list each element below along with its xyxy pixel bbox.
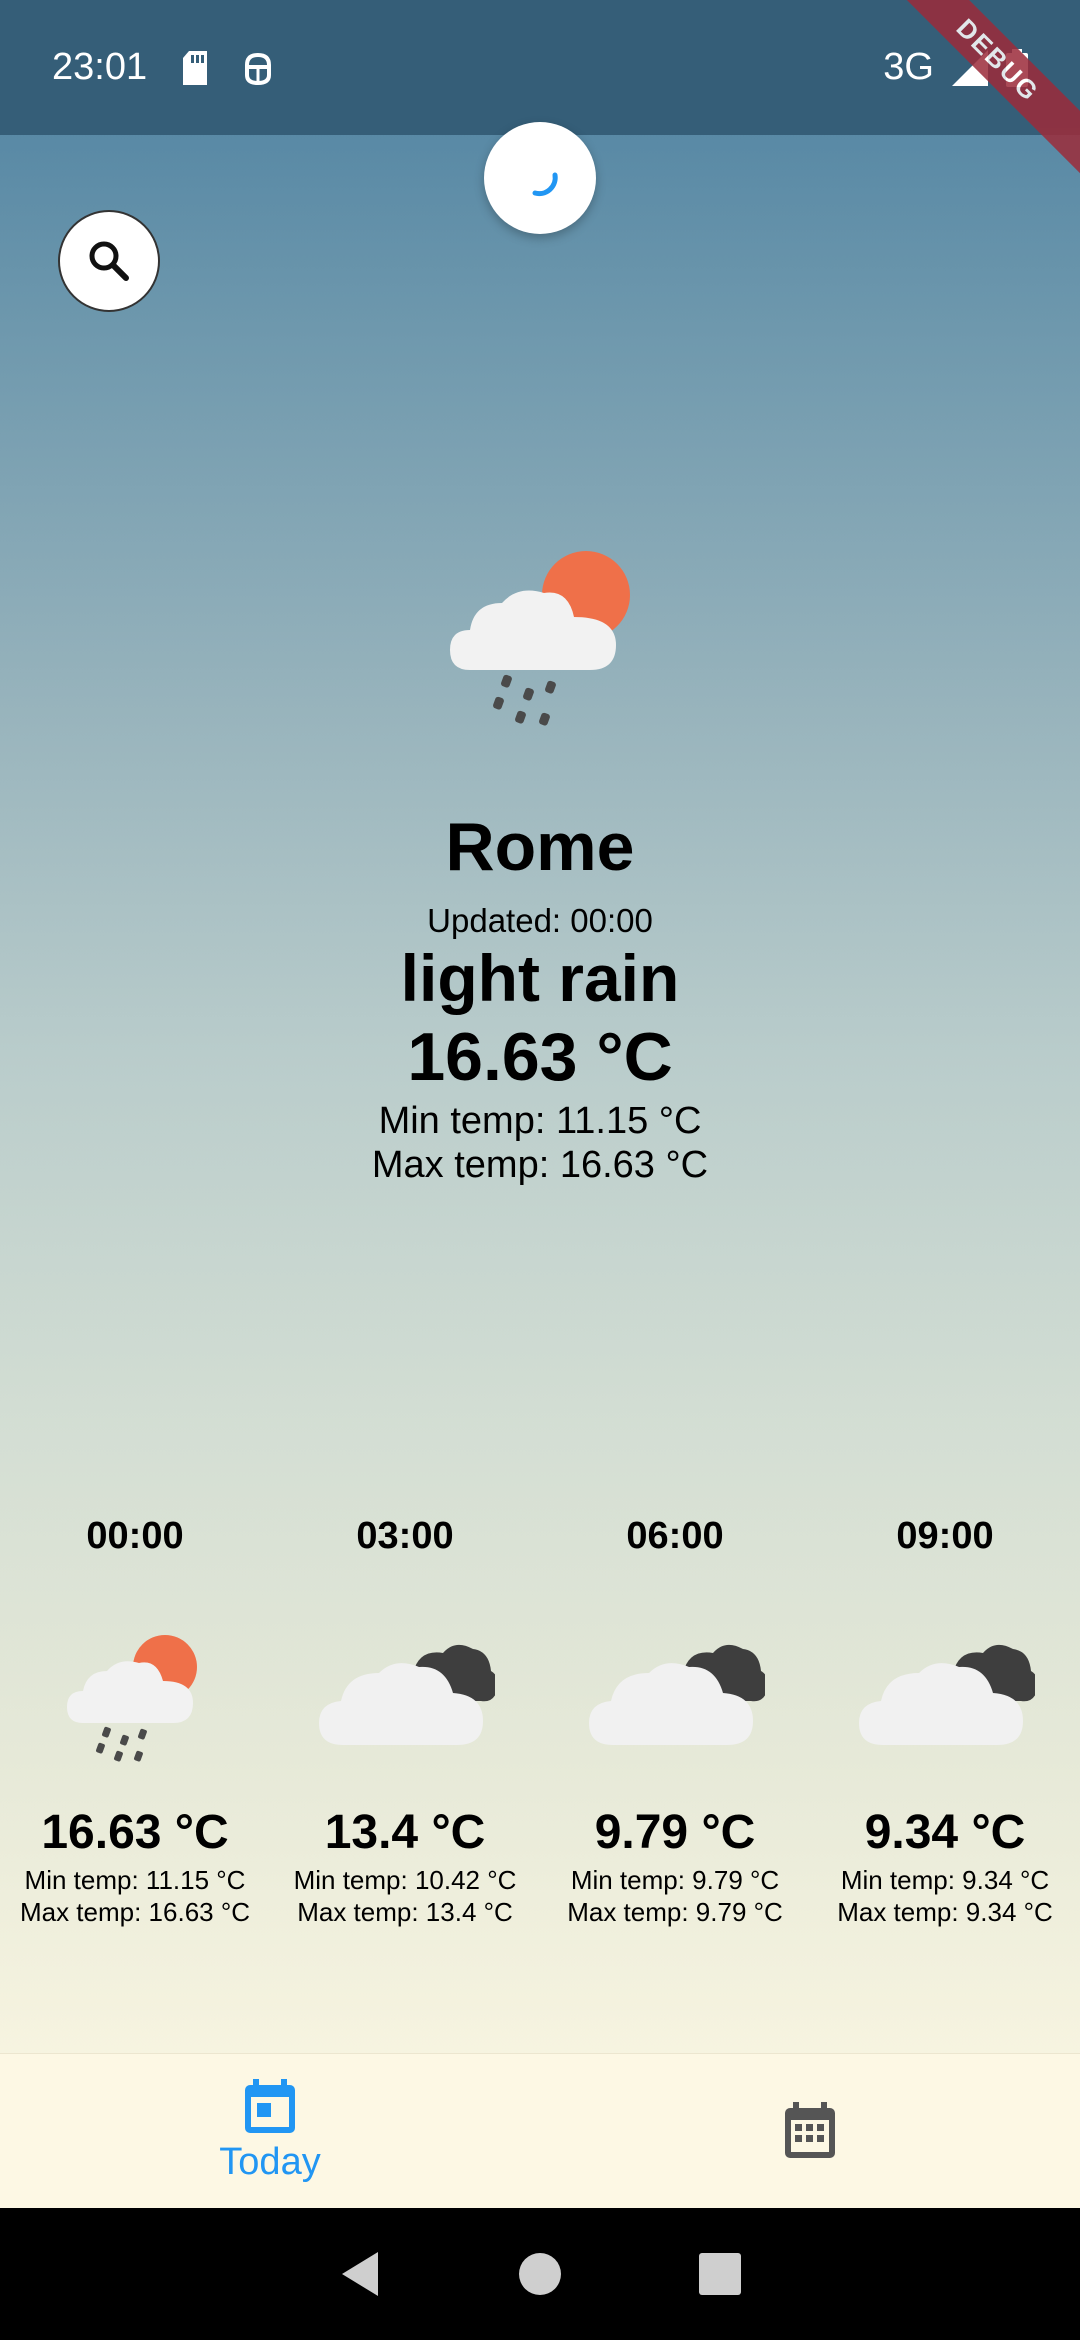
forecast-time: 09:00: [896, 1515, 994, 1557]
overcast-clouds-icon: [855, 1615, 1039, 1770]
forecast-max-temp: Max temp: 9.34 °C: [837, 1897, 1053, 1927]
current-temperature: 16.63 °C: [407, 1019, 673, 1095]
forecast-time: 06:00: [626, 1515, 724, 1557]
city-name: Rome: [445, 809, 635, 885]
forecast-item: 06:00 9.79 °C Min temp: 9.79 °C Max temp…: [540, 1515, 810, 1935]
nav-item-forecast[interactable]: [540, 2054, 1080, 2208]
weather-description: light rain: [400, 941, 680, 1015]
forecast-min-temp: Min temp: 10.42 °C: [293, 1865, 517, 1895]
forecast-max-temp: Max temp: 9.79 °C: [567, 1897, 783, 1927]
min-temperature: Min temp: 11.15 °C: [378, 1100, 702, 1142]
hourly-forecast: 00:00 16.63 °C Min temp: 11.15 °C Max te…: [0, 1515, 1080, 1935]
forecast-time: 00:00: [86, 1515, 184, 1557]
overcast-clouds-icon: [315, 1615, 499, 1770]
forecast-item: 09:00 9.34 °C Min temp: 9.34 °C Max temp…: [810, 1515, 1080, 1935]
overcast-clouds-icon: [585, 1615, 769, 1770]
search-button[interactable]: [58, 210, 160, 312]
calendar-today-icon: [245, 2078, 295, 2133]
forecast-item: 00:00 16.63 °C Min temp: 11.15 °C Max te…: [0, 1515, 270, 1935]
home-button[interactable]: [450, 2252, 630, 2296]
recents-square-icon: [699, 2253, 741, 2295]
max-temperature: Max temp: 16.63 °C: [371, 1144, 709, 1186]
bottom-navigation: Today: [0, 2053, 1080, 2208]
forecast-temperature: 13.4 °C: [324, 1806, 486, 1859]
forecast-max-temp: Max temp: 16.63 °C: [19, 1897, 251, 1927]
nav-item-today[interactable]: Today: [0, 2054, 540, 2208]
home-circle-icon: [519, 2253, 561, 2295]
status-bar: 23:01 3G: [0, 0, 1080, 135]
calendar-month-icon: [785, 2102, 835, 2158]
back-button[interactable]: [270, 2250, 450, 2298]
sd-card-icon: [181, 50, 209, 85]
loading-spinner-icon: [532, 172, 558, 197]
updated-time: Updated: 00:00: [427, 902, 653, 939]
recents-button[interactable]: [630, 2253, 810, 2295]
forecast-temperature: 16.63 °C: [41, 1806, 229, 1859]
status-time: 23:01: [52, 46, 148, 88]
nav-label-today: Today: [219, 2140, 321, 2183]
system-navigation-bar: [0, 2208, 1080, 2340]
light-rain-sun-icon: [45, 1615, 225, 1770]
back-triangle-icon: [342, 2252, 378, 2296]
search-icon: [89, 241, 129, 281]
forecast-max-temp: Max temp: 13.4 °C: [297, 1897, 513, 1927]
forecast-temperature: 9.79 °C: [594, 1806, 756, 1859]
forecast-item: 03:00 13.4 °C Min temp: 10.42 °C Max tem…: [270, 1515, 540, 1935]
android-debug-icon: [243, 51, 273, 85]
forecast-min-temp: Min temp: 9.34 °C: [840, 1865, 1050, 1895]
network-type: 3G: [883, 46, 934, 88]
light-rain-sun-icon: [440, 545, 640, 740]
forecast-min-temp: Min temp: 9.79 °C: [570, 1865, 780, 1895]
refresh-indicator: [484, 122, 596, 234]
forecast-temperature: 9.34 °C: [864, 1806, 1026, 1859]
forecast-min-temp: Min temp: 11.15 °C: [24, 1865, 246, 1895]
forecast-time: 03:00: [356, 1515, 454, 1557]
